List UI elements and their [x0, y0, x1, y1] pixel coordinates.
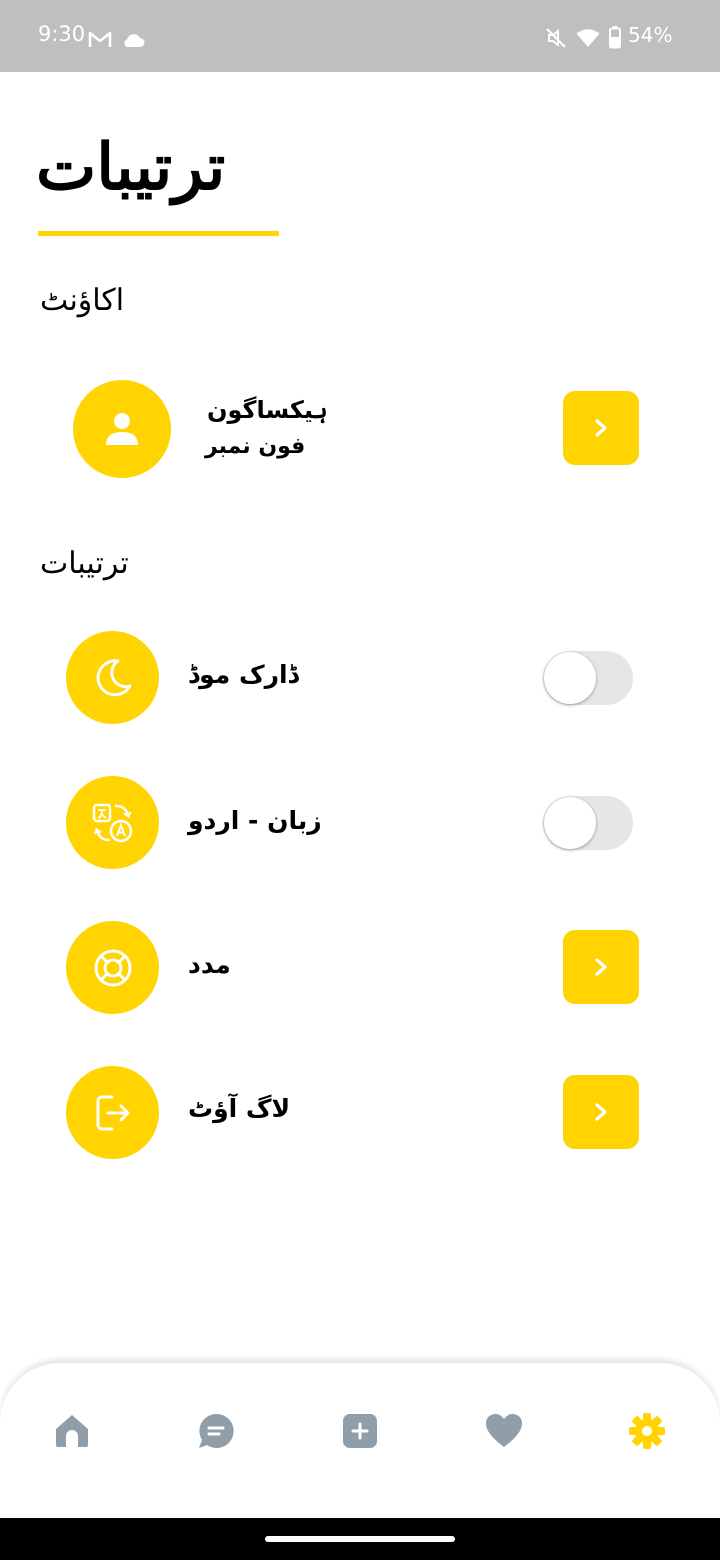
toggle-knob — [544, 797, 596, 849]
account-arrow-button[interactable] — [563, 391, 639, 465]
user-icon — [106, 413, 138, 445]
lifebuoy-icon — [94, 949, 132, 987]
translate-icon-circle — [66, 776, 159, 869]
home-icon[interactable] — [52, 1411, 92, 1451]
logout-label: لاگ آؤٹ — [188, 1094, 291, 1123]
wifi-icon — [576, 29, 600, 47]
chevron-right-icon — [595, 1103, 607, 1121]
gesture-bar — [0, 1518, 720, 1560]
settings-gear-icon[interactable] — [627, 1411, 667, 1451]
dark-mode-toggle[interactable] — [543, 651, 633, 705]
moon-icon-circle — [66, 631, 159, 724]
title-underline — [38, 231, 279, 236]
language-toggle[interactable] — [543, 796, 633, 850]
toggle-knob — [544, 652, 596, 704]
moon-icon — [96, 659, 132, 697]
help-label: مدد — [188, 950, 231, 979]
chat-icon[interactable] — [196, 1411, 236, 1451]
logout-arrow-button[interactable] — [563, 1075, 639, 1149]
chevron-right-icon — [595, 958, 607, 976]
add-icon[interactable] — [340, 1411, 380, 1451]
avatar[interactable] — [73, 380, 171, 478]
battery-percent: 54% — [628, 23, 673, 47]
settings-section-title: ترتیبات — [40, 546, 129, 581]
language-label: زبان - اردو — [188, 806, 322, 835]
home-gesture-handle[interactable] — [265, 1536, 455, 1542]
account-section-title: اکاؤنٹ — [40, 283, 125, 318]
account-name: ہیکساگون — [207, 396, 328, 424]
lifebuoy-icon-circle — [66, 921, 159, 1014]
gmail-icon — [88, 31, 112, 47]
page-title: ترتیبات — [36, 130, 226, 205]
logout-icon — [96, 1095, 130, 1131]
heart-icon[interactable] — [484, 1411, 524, 1451]
logout-icon-circle — [66, 1066, 159, 1159]
battery-icon — [609, 26, 621, 49]
bottom-nav — [0, 1363, 720, 1518]
status-time: 9:30 — [38, 22, 86, 46]
dark-mode-label: ڈارک موڈ — [188, 660, 299, 689]
chevron-right-icon — [595, 419, 607, 437]
translate-icon — [92, 803, 133, 843]
status-bar: 9:30 54% — [0, 0, 720, 72]
mute-icon — [546, 28, 566, 48]
help-arrow-button[interactable] — [563, 930, 639, 1004]
cloud-icon — [124, 34, 145, 47]
account-phone-label: فون نمبر — [205, 434, 306, 459]
